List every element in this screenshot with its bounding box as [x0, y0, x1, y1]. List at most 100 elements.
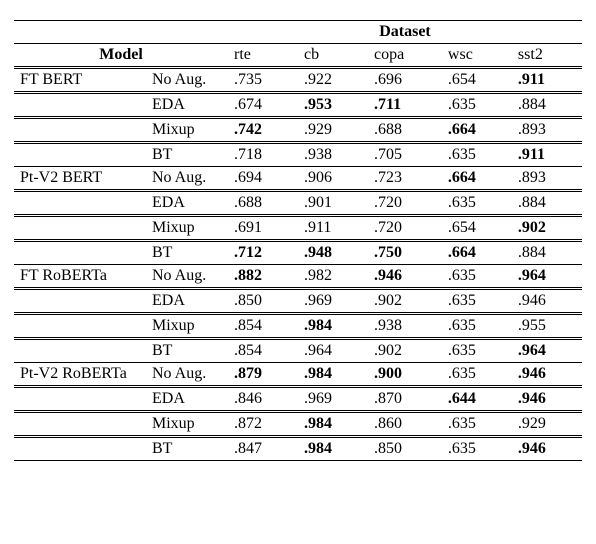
- cell-value: .901: [298, 191, 368, 216]
- cell-value: .948: [298, 241, 368, 265]
- cell-value: .964: [512, 265, 582, 289]
- model-label: [14, 412, 146, 437]
- col-header-copa: copa: [368, 44, 442, 68]
- cell-value: .938: [368, 314, 442, 339]
- cell-value: .984: [298, 314, 368, 339]
- cell-value: .664: [442, 241, 512, 265]
- cell-value: .872: [228, 412, 298, 437]
- cell-value: .902: [512, 216, 582, 241]
- blank-header: [14, 21, 146, 44]
- cell-value: .854: [228, 339, 298, 363]
- cell-value: .946: [512, 387, 582, 412]
- model-column-header: Model: [14, 44, 228, 68]
- cell-value: .635: [442, 265, 512, 289]
- augmentation-label: BT: [146, 339, 228, 363]
- cell-value: .664: [442, 118, 512, 143]
- cell-value: .870: [368, 387, 442, 412]
- model-label: [14, 314, 146, 339]
- cell-value: .911: [512, 143, 582, 167]
- cell-value: .906: [298, 167, 368, 191]
- cell-value: .664: [442, 167, 512, 191]
- cell-value: .742: [228, 118, 298, 143]
- augmentation-label: No Aug.: [146, 265, 228, 289]
- model-label: [14, 437, 146, 461]
- augmentation-label: Mixup: [146, 216, 228, 241]
- cell-value: .846: [228, 387, 298, 412]
- augmentation-label: BT: [146, 143, 228, 167]
- augmentation-label: BT: [146, 241, 228, 265]
- cell-value: .712: [228, 241, 298, 265]
- cell-value: .735: [228, 68, 298, 93]
- cell-value: .922: [298, 68, 368, 93]
- cell-value: .953: [298, 93, 368, 118]
- cell-value: .635: [442, 191, 512, 216]
- model-label: [14, 216, 146, 241]
- model-label: [14, 387, 146, 412]
- augmentation-label: Mixup: [146, 412, 228, 437]
- model-label: [14, 93, 146, 118]
- cell-value: .688: [368, 118, 442, 143]
- cell-value: .694: [228, 167, 298, 191]
- augmentation-label: EDA: [146, 289, 228, 314]
- cell-value: .902: [368, 289, 442, 314]
- cell-value: .654: [442, 216, 512, 241]
- cell-value: .847: [228, 437, 298, 461]
- cell-value: .635: [442, 412, 512, 437]
- cell-value: .929: [298, 118, 368, 143]
- augmentation-label: EDA: [146, 387, 228, 412]
- cell-value: .884: [512, 241, 582, 265]
- cell-value: .964: [512, 339, 582, 363]
- cell-value: .902: [368, 339, 442, 363]
- augmentation-label: EDA: [146, 93, 228, 118]
- cell-value: .691: [228, 216, 298, 241]
- cell-value: .929: [512, 412, 582, 437]
- cell-value: .635: [442, 143, 512, 167]
- cell-value: .696: [368, 68, 442, 93]
- cell-value: .635: [442, 289, 512, 314]
- model-label: [14, 191, 146, 216]
- col-header-wsc: wsc: [442, 44, 512, 68]
- cell-value: .854: [228, 314, 298, 339]
- col-header-rte: rte: [228, 44, 298, 68]
- cell-value: .654: [442, 68, 512, 93]
- augmentation-label: Mixup: [146, 314, 228, 339]
- cell-value: .688: [228, 191, 298, 216]
- augmentation-label: No Aug.: [146, 167, 228, 191]
- cell-value: .964: [298, 339, 368, 363]
- cell-value: .893: [512, 118, 582, 143]
- cell-value: .946: [512, 289, 582, 314]
- cell-value: .850: [228, 289, 298, 314]
- cell-value: .635: [442, 314, 512, 339]
- model-label: Pt-V2 BERT: [14, 167, 146, 191]
- model-label: [14, 289, 146, 314]
- augmentation-label: BT: [146, 437, 228, 461]
- cell-value: .938: [298, 143, 368, 167]
- cell-value: .750: [368, 241, 442, 265]
- cell-value: .946: [512, 363, 582, 387]
- cell-value: .635: [442, 93, 512, 118]
- dataset-group-header: Dataset: [228, 21, 582, 44]
- cell-value: .955: [512, 314, 582, 339]
- model-label: [14, 118, 146, 143]
- model-label: FT RoBERTa: [14, 265, 146, 289]
- cell-value: .635: [442, 339, 512, 363]
- cell-value: .982: [298, 265, 368, 289]
- cell-value: .879: [228, 363, 298, 387]
- cell-value: .984: [298, 437, 368, 461]
- cell-value: .723: [368, 167, 442, 191]
- cell-value: .850: [368, 437, 442, 461]
- cell-value: .635: [442, 363, 512, 387]
- blank-header: [146, 21, 228, 44]
- cell-value: .884: [512, 191, 582, 216]
- augmentation-label: EDA: [146, 191, 228, 216]
- cell-value: .674: [228, 93, 298, 118]
- cell-value: .644: [442, 387, 512, 412]
- cell-value: .860: [368, 412, 442, 437]
- results-table: Dataset Model rte cb copa wsc sst2 FT BE…: [14, 20, 582, 461]
- cell-value: .882: [228, 265, 298, 289]
- model-label: Pt-V2 RoBERTa: [14, 363, 146, 387]
- augmentation-label: Mixup: [146, 118, 228, 143]
- model-label: [14, 241, 146, 265]
- cell-value: .946: [512, 437, 582, 461]
- cell-value: .711: [368, 93, 442, 118]
